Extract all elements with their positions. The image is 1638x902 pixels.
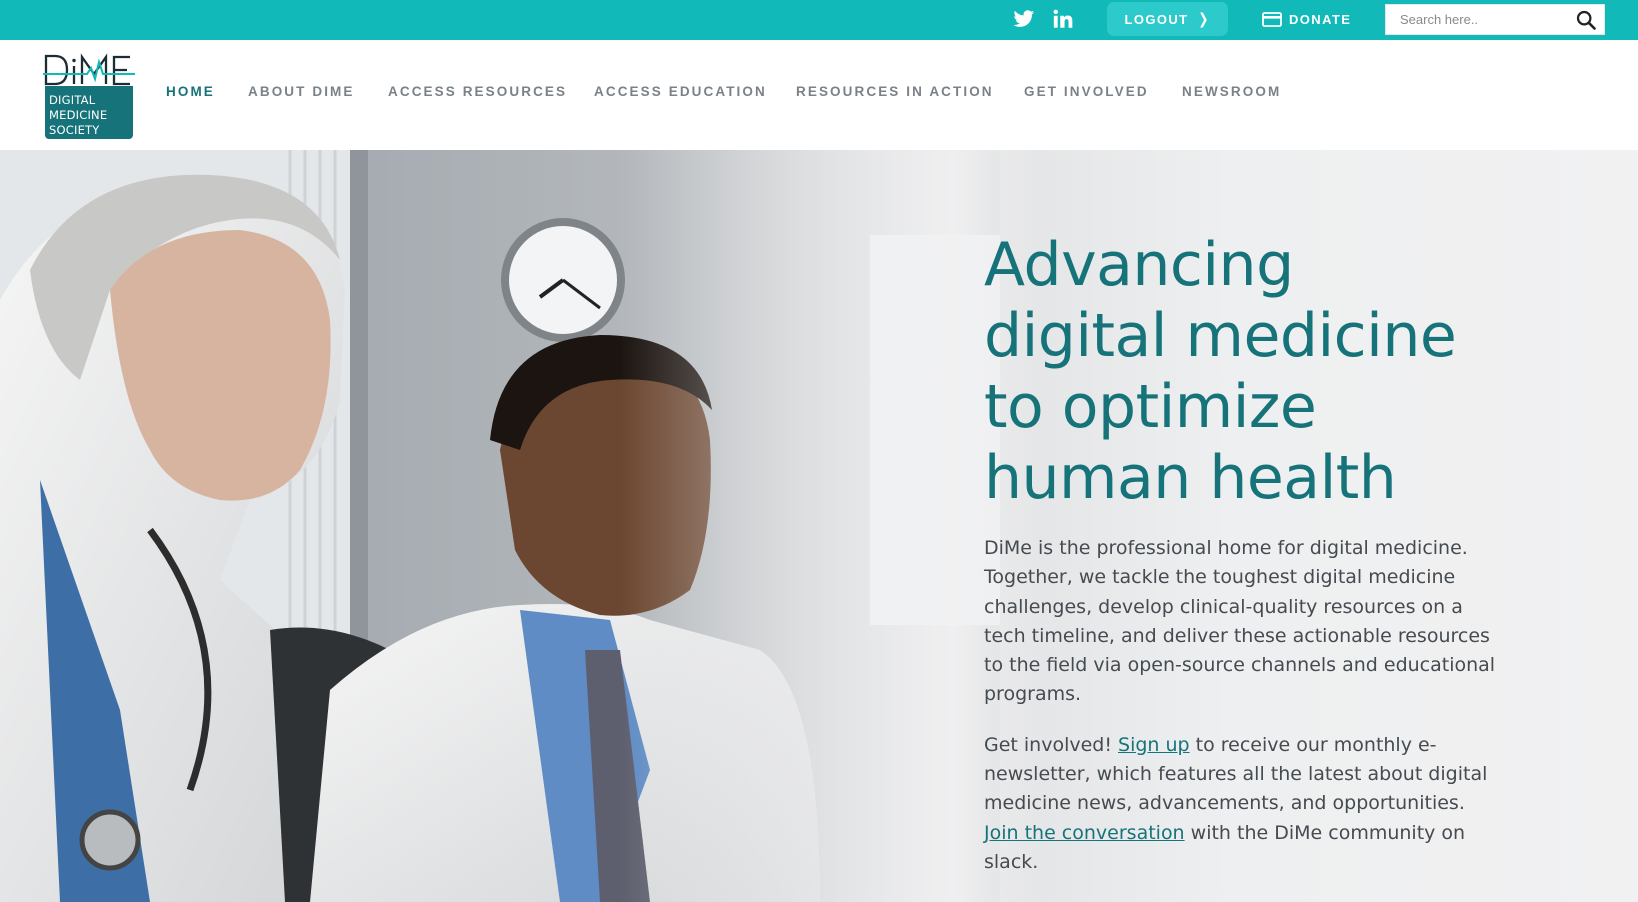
nav-get-involved[interactable]: GET INVOLVED: [1024, 84, 1149, 99]
donate-button[interactable]: DONATE: [1262, 0, 1351, 38]
hero-title: Advancing digital medicine to optimize h…: [984, 230, 1504, 514]
hero-photo-fade: [620, 150, 1040, 902]
nav-newsroom[interactable]: NEWSROOM: [1182, 84, 1281, 99]
chevron-right-icon: ❯: [1197, 10, 1210, 28]
hero-get-involved: Get involved! Sign up to receive our mon…: [984, 731, 1504, 877]
nav-home[interactable]: HOME: [166, 84, 215, 99]
join-conversation-link[interactable]: Join the conversation: [984, 822, 1185, 844]
logo-line-medicine: MEDICINE: [49, 108, 108, 122]
nav-about-dime[interactable]: ABOUT DIME: [248, 84, 355, 99]
dime-logo[interactable]: DIGITAL MEDICINE SOCIETY: [43, 52, 135, 140]
logout-button[interactable]: LOGOUT ❯: [1107, 2, 1228, 36]
hero-section: Advancing digital medicine to optimize h…: [0, 150, 1638, 902]
site-header: DIGITAL MEDICINE SOCIETY HOME ABOUT DIME…: [0, 40, 1638, 150]
credit-card-icon: [1262, 11, 1282, 27]
dime-wordmark: [43, 52, 135, 88]
hero-description: DiMe is the professional home for digita…: [984, 537, 1496, 706]
top-utility-bar: LOGOUT ❯ DONATE: [0, 0, 1638, 40]
search-input[interactable]: [1386, 5, 1571, 34]
dime-logo-box: DIGITAL MEDICINE SOCIETY: [45, 86, 133, 139]
nav-access-education[interactable]: ACCESS EDUCATION: [594, 84, 767, 99]
hero-title-line: human health: [984, 443, 1397, 513]
logout-label: LOGOUT: [1124, 11, 1189, 27]
logo-line-digital: DIGITAL: [49, 93, 96, 107]
hero-title-line: to optimize: [984, 372, 1317, 442]
logo-line-society: SOCIETY: [49, 123, 100, 137]
get-involved-text: Get involved!: [984, 733, 1119, 756]
search-icon[interactable]: [1576, 10, 1596, 30]
hero-title-line: Advancing: [984, 230, 1294, 300]
sign-up-link[interactable]: Sign up: [1118, 734, 1190, 756]
nav-resources-in-action[interactable]: RESOURCES IN ACTION: [796, 84, 994, 99]
search-box: [1385, 4, 1605, 35]
twitter-icon[interactable]: [1013, 8, 1035, 30]
hero-text: Advancing digital medicine to optimize h…: [984, 230, 1504, 877]
nav-access-resources[interactable]: ACCESS RESOURCES: [388, 84, 567, 99]
linkedin-icon[interactable]: [1052, 7, 1074, 31]
hero-title-line: digital medicine: [984, 301, 1457, 371]
donate-label: DONATE: [1289, 11, 1352, 27]
